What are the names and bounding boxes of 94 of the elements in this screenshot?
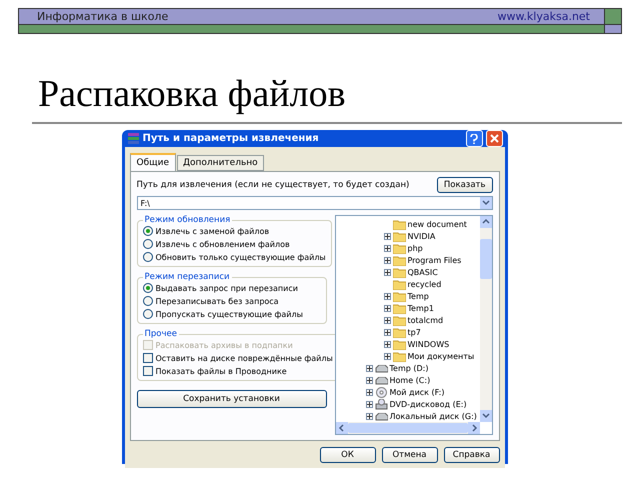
tree-item[interactable]: Мои документы (384, 351, 480, 362)
drive-icon (374, 399, 388, 410)
drive-icon (374, 364, 388, 372)
checkbox[interactable] (142, 366, 152, 376)
expand-icon[interactable] (366, 390, 372, 395)
expand-icon[interactable] (384, 246, 390, 251)
option-label: Обновить только существующие файлы (156, 252, 326, 262)
tree-item[interactable]: Локальный диск (G:) (366, 411, 480, 422)
option-label: Извлечь с обновлением файлов (156, 240, 290, 248)
scrollbar[interactable] (336, 422, 480, 434)
option-label: Распаковать архивы в подпапки (156, 340, 293, 350)
group-title: Прочее (144, 329, 178, 339)
expand-icon[interactable] (366, 402, 372, 407)
tree-item[interactable]: Temp (384, 291, 480, 302)
folder-icon (392, 244, 406, 254)
scrollbar[interactable] (480, 216, 492, 422)
radio-button[interactable] (142, 296, 152, 306)
tree-item[interactable]: DVD-дисковод (E:) (366, 399, 480, 410)
show-button[interactable]: Показать (436, 177, 492, 193)
expand-icon[interactable] (384, 342, 390, 347)
tree-item[interactable]: Home (C:) (366, 375, 480, 386)
folder-icon (392, 268, 406, 278)
dialog-button[interactable]: Справка (444, 447, 500, 463)
tree-item[interactable]: Temp1 (384, 303, 480, 314)
expand-icon[interactable] (384, 354, 390, 359)
expand-icon[interactable] (366, 414, 372, 419)
tab[interactable]: Общие (130, 153, 176, 171)
group-title: Режим обновления (144, 215, 232, 225)
expand-icon[interactable] (366, 378, 372, 383)
option-label: Перезаписывать без запроса (156, 296, 279, 306)
checkbox[interactable] (142, 353, 152, 363)
option-label: Пропускать существующие файлы (156, 310, 303, 318)
scroll-right-icon[interactable] (470, 424, 478, 432)
expand-icon[interactable] (366, 366, 372, 371)
tree-item[interactable]: tp7 (384, 327, 480, 338)
save-settings-button[interactable]: Сохранить установки (136, 390, 326, 408)
option-label: Показать файлы в Проводнике (156, 366, 287, 376)
tree-item[interactable]: QBASIC (384, 267, 480, 278)
help-button[interactable] (466, 130, 482, 147)
option-label: Извлечь с заменой файлов (156, 226, 270, 236)
expand-icon[interactable] (384, 270, 390, 275)
expand-icon[interactable] (384, 234, 390, 239)
site-url: www.klyaksa.net (497, 10, 590, 23)
archive-icon (126, 132, 140, 145)
option-label: Оставить на диске повреждённые файлы (156, 354, 333, 362)
folder-icon (392, 352, 406, 362)
dropdown-icon[interactable] (482, 199, 490, 207)
folder-icon (392, 220, 406, 230)
tree-item[interactable]: Program Files (384, 255, 480, 266)
slide-title: Распаковка файлов (38, 72, 347, 116)
tree-item[interactable]: Мой диск (F:) (366, 387, 480, 398)
path-field[interactable]: F:\ (136, 196, 492, 210)
option-label: Выдавать запрос при перезаписи (156, 284, 298, 292)
scroll-down-icon[interactable] (482, 412, 490, 420)
radio-button[interactable] (142, 283, 152, 293)
expand-icon[interactable] (384, 306, 390, 311)
scroll-thumb[interactable] (480, 239, 492, 279)
folder-icon (392, 256, 406, 266)
expand-icon[interactable] (384, 330, 390, 335)
folder-icon (392, 340, 406, 350)
tree-item[interactable]: recycled (384, 279, 480, 290)
tree-item[interactable]: WINDOWS (384, 339, 480, 350)
folder-icon (392, 328, 406, 338)
tree-item[interactable]: php (384, 243, 480, 254)
radio-button[interactable] (142, 252, 152, 262)
window-title: Путь и параметры извлечения (142, 133, 320, 144)
scroll-left-icon[interactable] (338, 424, 346, 432)
close-button[interactable] (486, 130, 502, 147)
scroll-up-icon[interactable] (482, 218, 490, 226)
expand-icon[interactable] (384, 318, 390, 323)
tree-item[interactable]: Temp (D:) (366, 363, 480, 374)
drive-icon (374, 376, 388, 384)
folder-icon (392, 316, 406, 326)
path-label: Путь для извлечения (если не существует, то будет создан) (136, 180, 410, 190)
folder-icon (392, 280, 406, 290)
tree-item[interactable]: new document (384, 219, 480, 230)
radio-button[interactable] (142, 309, 152, 319)
header-text: Информатика в школе (37, 10, 168, 23)
radio-button[interactable] (142, 226, 152, 236)
radio-button[interactable] (142, 239, 152, 249)
folder-icon (392, 292, 406, 302)
disc-icon (374, 387, 388, 398)
question-mark-icon (470, 134, 478, 144)
group-title: Режим перезаписи (144, 272, 231, 282)
tree-item[interactable]: NVIDIA (384, 231, 480, 242)
expand-icon[interactable] (384, 294, 390, 299)
tab[interactable]: Дополнительно (177, 155, 264, 171)
dialog-button[interactable]: Отмена (382, 447, 438, 463)
folder-icon (392, 232, 406, 242)
dialog-button[interactable]: ОК (320, 447, 376, 463)
close-icon (490, 134, 498, 143)
folder-icon (392, 304, 406, 314)
expand-icon[interactable] (384, 258, 390, 263)
tree-item[interactable]: totalcmd (384, 315, 480, 326)
